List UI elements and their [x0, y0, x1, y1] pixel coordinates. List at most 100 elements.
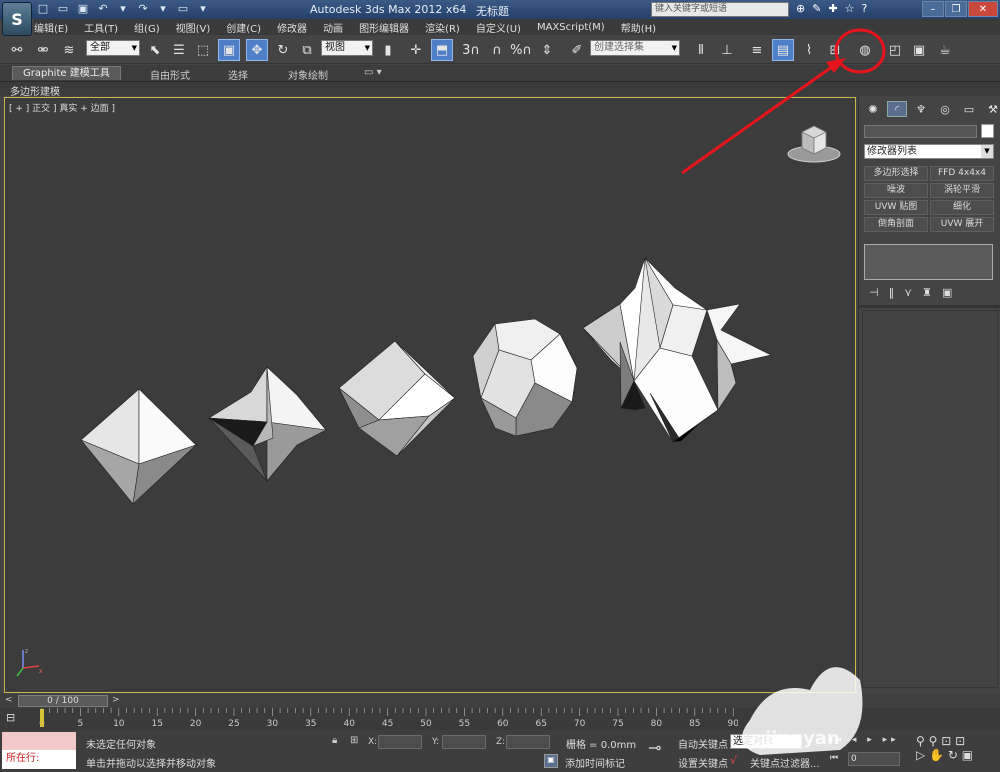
window-crossing-icon[interactable]: ▣	[218, 39, 240, 61]
keyboard-shortcut-override-icon[interactable]: ⬒	[431, 39, 453, 61]
tab-graphite-modeling[interactable]: Graphite 建模工具	[12, 66, 121, 80]
help-icon[interactable]: ?	[862, 2, 868, 15]
tab-freeform[interactable]: 自由形式	[150, 67, 190, 82]
snap-toggle-icon[interactable]: 3 ∩	[460, 39, 482, 61]
graphite-toggle-icon[interactable]: ▤	[772, 39, 794, 61]
modify-tab-icon[interactable]: ◜	[887, 101, 907, 117]
curve-editor-icon[interactable]: ⌇	[798, 39, 820, 61]
bind-space-warp-icon[interactable]: ≋	[58, 39, 80, 61]
selection-lock-icon[interactable]: 🔒︎	[332, 735, 337, 746]
app-logo-icon[interactable]: S	[2, 2, 32, 36]
set-key-button[interactable]: 设置关键点	[678, 755, 728, 770]
menu-rendering[interactable]: 渲染(R)	[425, 20, 460, 35]
select-by-name-icon[interactable]: ☰	[168, 39, 190, 61]
add-time-tag-icon[interactable]: ▣	[544, 754, 558, 768]
angle-snap-icon[interactable]: ∩	[486, 39, 508, 61]
reference-coordinate-dropdown[interactable]: 视图	[321, 40, 373, 56]
pin-stack-icon[interactable]: ⊣	[869, 286, 879, 299]
maximize-viewport-icon[interactable]: ▣	[962, 748, 973, 762]
menu-animation[interactable]: 动画	[323, 20, 343, 35]
zoom-extents-icon[interactable]: ⊡	[941, 734, 951, 748]
display-tab-icon[interactable]: ▭	[959, 101, 979, 117]
remove-modifier-icon[interactable]: ♜	[922, 286, 932, 299]
percent-snap-icon[interactable]: % ∩	[510, 39, 532, 61]
absolute-mode-icon[interactable]: ⊞	[350, 735, 358, 746]
pan-icon[interactable]: ✋	[929, 748, 944, 762]
select-object-icon[interactable]: ⬉	[144, 39, 166, 61]
link-icon[interactable]: ⚯	[6, 39, 28, 61]
cuboctahedron-model[interactable]	[338, 340, 456, 457]
stellated-compound-model[interactable]	[582, 257, 772, 443]
menu-edit[interactable]: 编辑(E)	[34, 20, 68, 35]
menu-group[interactable]: 组(G)	[134, 20, 160, 35]
render-setup-icon[interactable]: ◰	[884, 39, 906, 61]
zoom-extents-all-icon[interactable]: ⊡	[955, 734, 965, 748]
menu-tools[interactable]: 工具(T)	[84, 20, 118, 35]
maxscript-line[interactable]: 所在行:	[2, 750, 76, 769]
object-name-field[interactable]	[864, 125, 977, 138]
edit-named-selection-icon[interactable]: ✐	[566, 39, 588, 61]
add-time-tag[interactable]: 添加时间标记	[565, 755, 625, 770]
schematic-view-icon[interactable]: ⊞	[824, 39, 846, 61]
hierarchy-tab-icon[interactable]: ♆	[911, 101, 931, 117]
zoom-icon[interactable]: ⚲	[916, 734, 925, 748]
favorites-icon[interactable]: ☆	[845, 2, 855, 15]
rect-selection-icon[interactable]: ⬚	[192, 39, 214, 61]
menu-modifiers[interactable]: 修改器	[277, 20, 307, 35]
unlink-icon[interactable]: ⚮	[32, 39, 54, 61]
maxscript-listener[interactable]	[2, 732, 76, 750]
zoom-all-icon[interactable]: ⚲	[929, 734, 938, 748]
save-icon[interactable]: ▣	[76, 1, 90, 15]
stellated-octahedron-model[interactable]	[208, 365, 327, 482]
rendered-frame-window-icon[interactable]: ▣	[908, 39, 930, 61]
fov-icon[interactable]: ▷	[916, 748, 925, 762]
pivot-center-icon[interactable]: ▮	[377, 39, 399, 61]
menu-maxscript[interactable]: MAXScript(M)	[537, 22, 605, 33]
track-ruler[interactable]: 051015202530354045505560657075808590	[38, 708, 738, 730]
project-folder-icon[interactable]: ▭	[176, 1, 190, 15]
communication-icon[interactable]: ✚	[828, 2, 837, 15]
polygon-modeling-panel[interactable]: 多边形建模	[10, 83, 60, 98]
binoculars-icon[interactable]: ⊕	[796, 2, 805, 15]
create-tab-icon[interactable]: ✺	[863, 101, 883, 117]
redo-dropdown-icon[interactable]: ▾	[156, 1, 170, 15]
show-end-result-icon[interactable]: ‖	[889, 286, 895, 299]
set-key-icon[interactable]: ⊸	[648, 738, 661, 757]
menu-help[interactable]: 帮助(H)	[621, 20, 656, 35]
bevel-profile-button[interactable]: 倒角剖面	[864, 217, 928, 232]
make-unique-icon[interactable]: ⋎	[904, 286, 912, 299]
search-input[interactable]: 键入关键字或短语	[651, 2, 789, 17]
tab-object-paint[interactable]: 对象绘制	[288, 67, 328, 82]
time-slider-prev-icon[interactable]: <	[5, 695, 14, 707]
auto-key-button[interactable]: 自动关键点	[678, 736, 728, 751]
open-file-icon[interactable]: ▭	[56, 1, 70, 15]
unwrap-uvw-button[interactable]: UVW 展开	[930, 217, 994, 232]
menu-create[interactable]: 创建(C)	[226, 20, 261, 35]
octahedron-model[interactable]	[80, 388, 197, 505]
orbit-icon[interactable]: ↻	[948, 748, 958, 762]
qat-options-icon[interactable]: ▾	[196, 1, 210, 15]
spinner-snap-icon[interactable]: ⇕	[536, 39, 558, 61]
tessellate-button[interactable]: 细化	[930, 200, 994, 215]
truncated-octahedron-model[interactable]	[472, 318, 578, 437]
material-editor-icon[interactable]: ◍	[854, 39, 876, 61]
menu-graph-editors[interactable]: 图形编辑器	[359, 20, 409, 35]
restore-icon[interactable]: ❐	[945, 1, 967, 17]
menu-views[interactable]: 视图(V)	[176, 20, 211, 35]
redo-icon[interactable]: ↷	[136, 1, 150, 15]
minimize-icon[interactable]: –	[922, 1, 944, 17]
rollout-area[interactable]	[862, 310, 998, 688]
align-icon[interactable]: ⊥	[716, 39, 738, 61]
layer-manager-icon[interactable]: ≡	[746, 39, 768, 61]
undo-dropdown-icon[interactable]: ▾	[116, 1, 130, 15]
menu-customize[interactable]: 自定义(U)	[476, 20, 521, 35]
poly-select-button[interactable]: 多边形选择	[864, 166, 928, 181]
close-icon[interactable]: ✕	[968, 1, 998, 17]
time-slider-knob[interactable]: 0 / 100	[18, 695, 108, 707]
ffd-button[interactable]: FFD 4x4x4	[930, 166, 994, 181]
subscription-icon[interactable]: ✎	[812, 2, 821, 15]
time-slider-next-icon[interactable]: >	[112, 695, 121, 707]
utilities-tab-icon[interactable]: ⚒	[983, 101, 1000, 117]
mini-curve-editor-icon[interactable]: ⊟	[6, 711, 24, 725]
x-coordinate-field[interactable]	[378, 735, 422, 749]
